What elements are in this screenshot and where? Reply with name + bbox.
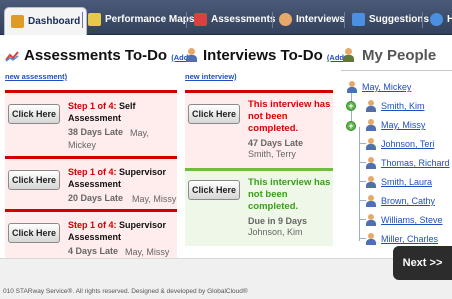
tree-line [359, 238, 366, 239]
assessment-due: 38 Days Late [68, 127, 124, 137]
tab-interviews[interactable]: Interviews [275, 8, 345, 30]
tree-line [359, 162, 366, 163]
person-item[interactable]: Brown, Cathy [366, 195, 435, 207]
home-icon [11, 15, 24, 28]
person-icon [366, 214, 376, 226]
assessment-person-cont: Mickey [68, 140, 97, 150]
person-icon [366, 119, 376, 131]
add-assessment-link-cont[interactable]: new assessment) [5, 72, 67, 81]
interview-due: Due in 9 Days Johnson, Kim [248, 216, 308, 237]
person-icon [366, 195, 376, 207]
person-icon [366, 233, 376, 245]
tree-line [359, 219, 366, 220]
click-here-button[interactable]: Click Here [8, 170, 60, 190]
top-nav: Dashboard Performance Maps Assessments I… [0, 0, 452, 35]
add-interview-link-cont[interactable]: new interview) [185, 72, 237, 81]
footer-copyright: 010 STARway Service®. All rights reserve… [3, 288, 248, 295]
click-here-button[interactable]: Click Here [188, 180, 240, 200]
chart-icon [194, 12, 207, 26]
person-root[interactable]: May, Mickey [347, 81, 411, 93]
click-here-button[interactable]: Click Here [8, 104, 60, 124]
people-icon [343, 48, 354, 62]
people-title: My People [362, 47, 437, 64]
click-here-button[interactable]: Click Here [188, 104, 240, 124]
person-icon [347, 81, 357, 93]
assessment-card: Click Here Step 1 of 4: Supervisor Assess… [5, 209, 177, 260]
next-button[interactable]: Next >> [393, 246, 452, 280]
suggestion-icon [352, 12, 365, 26]
tab-divider [82, 12, 83, 28]
interview-due: 47 Days Late Smith, Terry [248, 138, 304, 159]
assessment-due: 4 Days Late [68, 246, 119, 256]
person-item[interactable]: Johnson, Teri [366, 138, 434, 150]
assessment-person: May, Missy [132, 194, 177, 204]
person-icon [186, 48, 197, 62]
tree-line [359, 200, 366, 201]
person-icon [366, 157, 376, 169]
expand-icon[interactable]: + [346, 101, 356, 111]
tab-divider [186, 12, 187, 28]
person-item[interactable]: Thomas, Richard [366, 157, 450, 169]
person-item[interactable]: Smith, Kim [366, 100, 425, 112]
assessment-card: Click Here Step 1 of 4: Supervisor Assess… [5, 156, 177, 209]
tab-performance-maps[interactable]: Performance Maps [84, 8, 194, 30]
click-here-button[interactable]: Click Here [8, 223, 60, 243]
tab-dashboard[interactable]: Dashboard [4, 7, 88, 35]
interview-status: This interview has not been completed. [248, 177, 331, 212]
person-icon [366, 138, 376, 150]
tab-help[interactable]: H [426, 8, 452, 30]
assessment-due: 20 Days Late [68, 193, 124, 203]
person-item[interactable]: May, Missy [366, 119, 425, 131]
assessment-step: Step 1 of 4: Self Assessment [68, 101, 136, 123]
tab-assessments[interactable]: Assessments [190, 8, 275, 30]
person-icon [279, 12, 292, 26]
expand-icon[interactable]: + [346, 121, 356, 131]
assessment-person: May, [130, 128, 149, 138]
person-icon [366, 100, 376, 112]
person-item[interactable]: Williams, Steve [366, 214, 443, 226]
assessments-title: Assessments To-Do (Add a [24, 47, 195, 64]
person-icon [366, 176, 376, 188]
interviews-title: Interviews To-Do (Add a [203, 47, 351, 64]
interview-card: Click Here This interview has not been com… [185, 168, 333, 246]
person-item[interactable]: Miller, Charles [366, 233, 438, 245]
interview-status: This interview has not been completed. [248, 99, 331, 134]
assessment-step: Step 1 of 4: Supervisor Assessment [68, 167, 167, 189]
assessment-person: May, Missy [125, 247, 170, 257]
tab-suggestions[interactable]: Suggestions [348, 8, 429, 30]
assessment-step: Step 1 of 4: Supervisor Assessment [68, 220, 167, 242]
interview-card: Click Here This interview has not been com… [185, 90, 333, 168]
help-icon [430, 12, 443, 26]
person-item[interactable]: Smith, Laura [366, 176, 432, 188]
assessment-card: Click Here Step 1 of 4: Self Assessment 3… [5, 90, 177, 156]
tree-line [359, 143, 366, 144]
tree-line [359, 127, 360, 241]
chart-icon [5, 51, 19, 62]
tab-divider [344, 12, 345, 28]
map-icon [88, 12, 101, 26]
section-divider [341, 70, 452, 71]
tab-divider [272, 12, 273, 28]
tree-line [359, 181, 366, 182]
tab-divider [422, 12, 423, 28]
